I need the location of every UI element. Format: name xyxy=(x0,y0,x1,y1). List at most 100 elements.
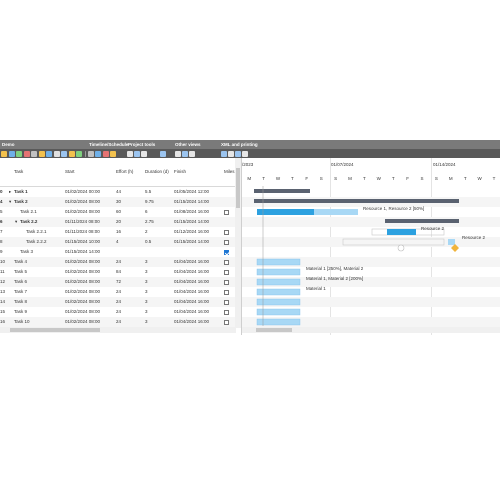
effort-cell: 24 xyxy=(116,259,122,264)
grid-horizontal-scrollbar[interactable] xyxy=(0,327,236,333)
task-name: Task 1 xyxy=(14,189,28,194)
header-start[interactable]: Start xyxy=(65,169,75,174)
schedule-icon[interactable] xyxy=(127,150,133,157)
new-icon[interactable] xyxy=(1,150,7,157)
table-row[interactable]: 6 ▾ Task 2.2 01/11/2024 08:00 20 2.75 01/15/20… xyxy=(0,217,236,227)
task-bar[interactable] xyxy=(256,298,301,306)
calendar-icon[interactable] xyxy=(134,150,140,157)
indent-icon[interactable] xyxy=(68,150,75,157)
task-bar[interactable] xyxy=(256,288,301,296)
table-row[interactable]: 4 ▾ Task 2 01/02/2024 08:00 30 9.75 01/15/2024… xyxy=(0,197,236,207)
unlink-icon[interactable] xyxy=(95,150,101,157)
task-bar[interactable] xyxy=(256,268,301,276)
table-row[interactable]: 11 Task 5 01/02/2024 08:00 84 3 01/04/2024 16… xyxy=(0,267,236,277)
zoom-icon[interactable] xyxy=(102,150,109,157)
scroll-thumb[interactable] xyxy=(10,328,100,332)
table-row[interactable]: 8 Task 2.2.2 01/15/2024 10:00 4 0.5 01/15/202… xyxy=(0,237,236,247)
milestone-checkbox[interactable] xyxy=(224,249,229,255)
expand-toggle-icon[interactable]: ▾ xyxy=(15,219,17,225)
expand-toggle-icon[interactable]: ▸ xyxy=(9,189,11,195)
chart-view-icon[interactable] xyxy=(175,150,181,157)
undo-icon[interactable] xyxy=(53,150,60,157)
scroll-thumb[interactable] xyxy=(236,168,240,208)
ribbon-group-project-tools[interactable]: Project tools xyxy=(128,140,155,149)
task-name: Task 5 xyxy=(14,269,28,274)
table-row[interactable]: 15 Task 9 01/02/2024 08:00 24 3 01/04/2024 16… xyxy=(0,307,236,317)
summary-bar[interactable] xyxy=(254,199,459,203)
milestone-checkbox[interactable] xyxy=(224,289,229,295)
duration-cell: 3 xyxy=(145,259,148,264)
summary-bar[interactable] xyxy=(385,219,459,223)
expand-toggle-icon[interactable]: ▾ xyxy=(9,199,11,205)
header-finish[interactable]: Finish xyxy=(174,169,186,174)
scroll-thumb[interactable] xyxy=(256,328,292,332)
network-view-icon[interactable] xyxy=(189,150,195,157)
milestone-checkbox[interactable] xyxy=(224,319,229,325)
header-milestone[interactable]: Miles xyxy=(224,169,235,174)
start-cell: 01/02/2024 08:00 xyxy=(65,209,101,214)
outdent-icon[interactable] xyxy=(76,150,82,157)
milestone-checkbox[interactable] xyxy=(224,209,229,215)
milestone-checkbox[interactable] xyxy=(224,239,229,245)
milestone-checkbox[interactable] xyxy=(224,269,229,275)
ribbon-group-xml-printing[interactable]: XML and printing xyxy=(221,140,258,149)
task-bar[interactable] xyxy=(387,229,416,235)
milestone-baseline[interactable] xyxy=(397,244,405,252)
milestone-checkbox[interactable] xyxy=(224,229,229,235)
progress-bar[interactable] xyxy=(257,209,314,215)
task-grid: Task Start Effort (h) Duration (d) Finis… xyxy=(0,158,236,335)
row-index: 14 xyxy=(0,299,6,304)
header-task[interactable]: Task xyxy=(14,169,23,174)
milestone-checkbox[interactable] xyxy=(224,299,229,305)
print-icon[interactable] xyxy=(235,150,241,157)
save-icon[interactable] xyxy=(16,150,22,157)
start-cell: 01/02/2024 08:00 xyxy=(65,199,101,204)
chart-horizontal-scrollbar[interactable] xyxy=(242,327,500,333)
ribbon-group-timeline[interactable]: Timeline/Schedule xyxy=(89,140,128,149)
milestone-checkbox[interactable] xyxy=(224,309,229,315)
copy-icon[interactable] xyxy=(38,150,45,157)
milestone-checkbox[interactable] xyxy=(224,259,229,265)
table-row[interactable]: 12 Task 6 01/02/2024 08:00 72 3 01/04/2024 16… xyxy=(0,277,236,287)
task-name: Task 3 xyxy=(20,249,34,254)
table-row[interactable]: 9 Task 3 01/15/2024 14:00 xyxy=(0,247,236,257)
cut-icon[interactable] xyxy=(31,150,37,157)
start-cell: 01/11/2024 08:00 xyxy=(65,219,100,224)
table-row[interactable]: 0 ▸ Task 1 01/02/2024 00:00 44 5.5 01/05/2024 … xyxy=(0,187,236,197)
header-effort[interactable]: Effort (h) xyxy=(116,169,133,174)
export-xml-icon[interactable] xyxy=(221,150,227,157)
table-row[interactable]: 5 Task 2.1 01/02/2024 08:00 60 6 01/08/2024 1… xyxy=(0,207,236,217)
finish-cell: 01/04/2024 16:00 xyxy=(174,319,210,324)
duration-cell: 3 xyxy=(145,279,148,284)
redo-icon[interactable] xyxy=(61,150,67,157)
start-cell: 01/02/2024 08:00 xyxy=(65,289,101,294)
import-xml-icon[interactable] xyxy=(228,150,234,157)
task-bar[interactable] xyxy=(256,278,301,286)
paste-icon[interactable] xyxy=(46,150,52,157)
table-row[interactable]: 14 Task 8 01/02/2024 08:00 24 3 01/04/2024 16… xyxy=(0,297,236,307)
task-bar[interactable] xyxy=(256,318,301,326)
task-bar[interactable] xyxy=(256,258,301,266)
header-duration[interactable]: Duration (d) xyxy=(145,169,169,174)
effort-cell: 84 xyxy=(116,269,122,274)
task-name: Task 2.1 xyxy=(20,209,37,214)
table-row[interactable]: 7 Task 2.2.1 01/11/2024 08:00 16 2 01/12/2024… xyxy=(0,227,236,237)
task-bar[interactable] xyxy=(256,308,301,316)
filter-icon[interactable] xyxy=(110,150,116,157)
milestone-checkbox[interactable] xyxy=(224,279,229,285)
task-bar[interactable] xyxy=(448,239,455,245)
ribbon-group-other-views[interactable]: Other views xyxy=(175,140,201,149)
delete-icon[interactable] xyxy=(23,150,30,157)
open-icon[interactable] xyxy=(8,150,15,157)
table-row[interactable]: 10 Task 4 01/02/2024 08:00 24 3 01/04/2024 16… xyxy=(0,257,236,267)
gantt-bars xyxy=(242,186,500,327)
table-row[interactable]: 13 Task 7 01/02/2024 08:00 24 3 01/04/2024 16… xyxy=(0,287,236,297)
table-row[interactable]: 16 Task 10 01/02/2024 08:00 24 3 01/04/2024 1… xyxy=(0,317,236,327)
link-icon[interactable] xyxy=(87,150,94,157)
summary-bar[interactable] xyxy=(254,189,310,193)
resource-view-icon[interactable] xyxy=(182,150,188,157)
baseline-icon[interactable] xyxy=(141,150,147,157)
settings-icon[interactable] xyxy=(242,150,248,157)
ribbon-group-demo[interactable]: Demo xyxy=(2,140,15,149)
critical-path-icon[interactable] xyxy=(160,150,166,157)
